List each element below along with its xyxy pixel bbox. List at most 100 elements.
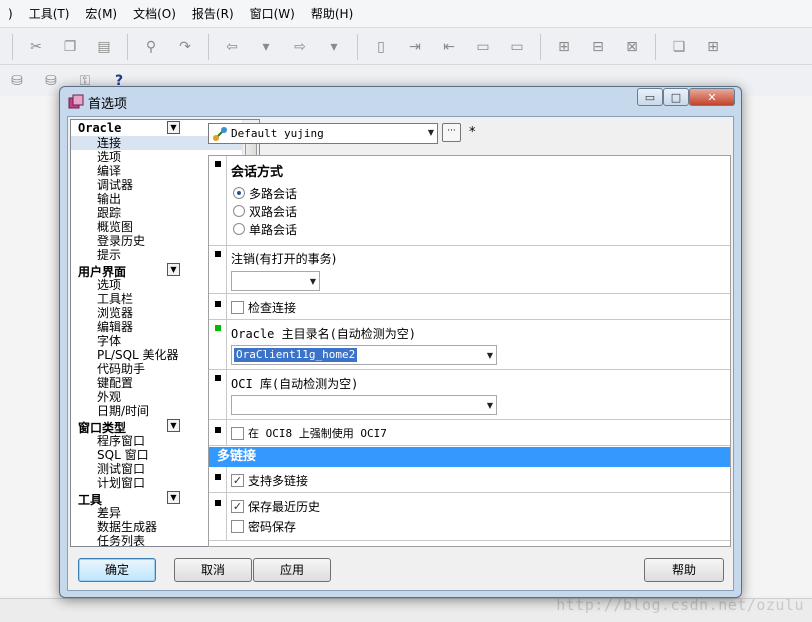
modified-indicator: * [469,125,476,140]
preferences-icon [68,94,84,109]
indent-icon[interactable]: ⇥ [404,36,426,58]
schema-icon[interactable]: ⊠ [621,36,643,58]
multi-connection-header: 多链接 [209,447,730,467]
checkbox-box[interactable]: ✓ [231,473,244,487]
paste-icon[interactable]: ▤ [93,36,115,58]
section-divider [226,156,227,245]
tree-alt-icon[interactable]: ⊟ [587,36,609,58]
force-oci7-checkbox[interactable]: 在 OCI8 上强制使用 OCI7 [231,424,730,442]
dropdown-arrow-icon[interactable]: ▾ [255,36,277,58]
back-icon[interactable]: ⇦ [221,36,243,58]
connection-more-button[interactable]: ··· [442,123,461,142]
section-marker [215,500,221,506]
check-connection-checkbox[interactable]: 检查连接 [231,298,730,316]
radio-indicator[interactable] [233,187,245,199]
menu-item-help[interactable]: 帮助(H) [303,0,361,28]
chevron-down-icon[interactable]: ▼ [487,401,493,410]
chevron-down-icon[interactable]: ▼ [310,277,316,286]
close-button[interactable]: ✕ [689,88,735,106]
tile-icon[interactable]: ⊞ [702,36,724,58]
document-icon[interactable]: ▯ [370,36,392,58]
save-password-checkbox[interactable]: 密码保存 [231,517,730,535]
chevron-down-icon[interactable]: ▼ [428,128,434,137]
checkbox-box[interactable]: ✓ [231,499,244,513]
menu-item-window[interactable]: 窗口(W) [242,0,303,28]
maximize-button[interactable]: □ [663,88,689,106]
checkbox-label: 检查连接 [248,300,297,315]
tree-group-label: 工具 [78,493,103,507]
toolbar-separator [655,33,656,60]
support-multi-checkbox[interactable]: ✓ 支持多链接 [231,471,730,489]
section-divider [226,320,227,369]
menu-item-document[interactable]: 文档(O) [125,0,184,28]
section-divider [226,246,227,293]
minimize-button[interactable]: ▭ [637,88,663,106]
settings-panel: 会话方式 多路会话 双路会话 单路会话 注销(有打开的事务) ▼ 检查连接 Or… [208,155,731,547]
forward-icon[interactable]: ⇨ [289,36,311,58]
logoff-select[interactable]: ▼ [231,271,320,291]
collapse-icon[interactable]: ▼ [167,491,180,504]
section-marker [215,301,221,307]
watermark: http://blog.csdn.net/ozulu [556,596,804,614]
support-multi-section: ✓ 支持多链接 [209,467,730,493]
radio-multi-session[interactable]: 多路会话 [233,184,730,202]
toolbar-separator [127,33,128,60]
session-mode-section: 会话方式 多路会话 双路会话 单路会话 [209,156,730,246]
section-marker [215,375,221,381]
copy-icon[interactable]: ❐ [59,36,81,58]
oci-library-select[interactable]: ▼ [231,395,497,415]
collapse-icon[interactable]: ▼ [167,121,180,134]
section-body: 注销(有打开的事务) ▼ [231,246,730,291]
chevron-down-icon[interactable]: ▼ [487,351,493,360]
menu-item-macro[interactable]: 宏(M) [77,0,125,28]
minimize-icon: ▭ [644,90,656,104]
database-icon[interactable]: ⛁ [6,70,28,92]
dialog-title: 首选项 [88,97,128,112]
save-history-checkbox[interactable]: ✓ 保存最近历史 [231,497,730,515]
comment-icon[interactable]: ▭ [472,36,494,58]
menu-item-partial[interactable]: ) [0,0,21,28]
menu-item-tools[interactable]: 工具(T) [21,0,78,28]
apply-button[interactable]: 应用 [253,558,331,582]
section-marker [215,325,221,331]
section-divider [226,370,227,419]
radio-label: 多路会话 [249,186,298,201]
session-mode-title: 会话方式 [231,165,284,180]
find-icon[interactable]: ⚲ [140,36,162,58]
oci-library-section: OCI 库(自动检测为空) ▼ [209,370,730,420]
radio-dual-session[interactable]: 双路会话 [233,202,730,220]
collapse-icon[interactable]: ▼ [167,419,180,432]
tree-group-label: 窗口类型 [78,421,127,435]
outdent-icon[interactable]: ⇤ [438,36,460,58]
menu-item-reports[interactable]: 报告(R) [184,0,242,28]
tree-group-label: Oracle [78,121,122,135]
dialog-titlebar[interactable]: 首选项 ▭ □ ✕ [60,87,741,115]
section-marker [215,251,221,257]
radio-indicator[interactable] [233,205,245,217]
checkbox-box[interactable] [231,519,244,533]
ok-button[interactable]: 确定 [78,558,156,582]
collapse-icon[interactable]: ▼ [167,263,180,276]
checkbox-label: 在 OCI8 上强制使用 OCI7 [248,427,387,440]
logoff-label: 注销(有打开的事务) [231,252,337,266]
section-body: 检查连接 [231,294,730,316]
connection-select[interactable]: Default yujing ▼ [208,123,438,144]
oracle-home-select[interactable]: OraClient11g_home2 ▼ [231,345,497,365]
toolbar-separator [12,33,13,60]
find-next-icon[interactable]: ↷ [174,36,196,58]
oracle-home-label: Oracle 主目录名(自动检测为空) [231,327,417,341]
help-button[interactable]: 帮助 [644,558,724,582]
dropdown-arrow-icon[interactable]: ▾ [323,36,345,58]
tree-icon[interactable]: ⊞ [553,36,575,58]
windows-icon[interactable]: ❏ [668,36,690,58]
radio-single-session[interactable]: 单路会话 [233,220,730,238]
checkbox-box[interactable] [231,426,244,440]
radio-indicator[interactable] [233,223,245,235]
cut-icon[interactable]: ✂ [25,36,47,58]
logoff-section: 注销(有打开的事务) ▼ [209,246,730,294]
cancel-button[interactable]: 取消 [174,558,252,582]
uncomment-icon[interactable]: ▭ [506,36,528,58]
checkbox-box[interactable] [231,300,244,314]
section-marker [215,474,221,480]
section-body: ✓ 支持多链接 [231,467,730,489]
